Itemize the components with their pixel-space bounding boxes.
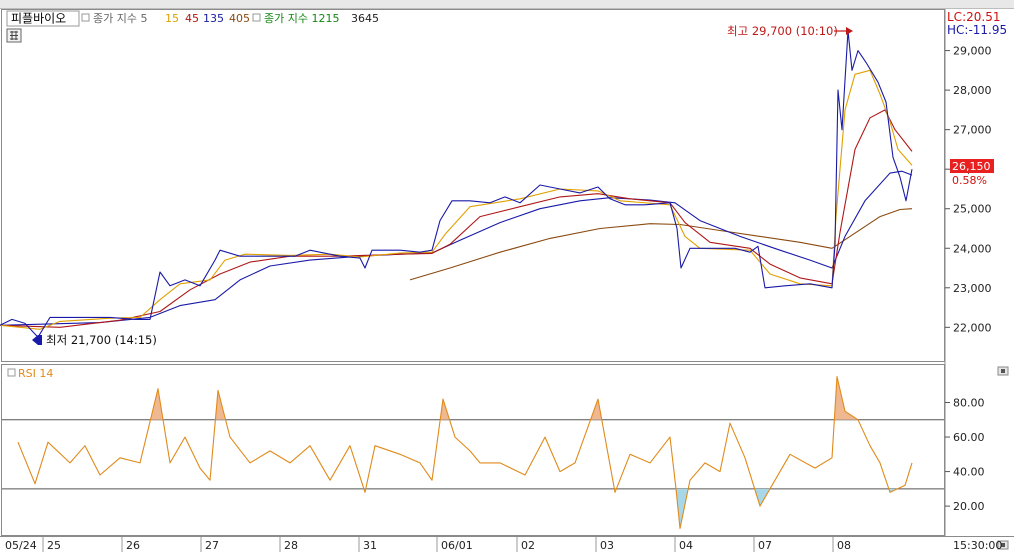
price-axis: 22,00023,00024,00025,00026,00027,00028,0…: [945, 45, 992, 334]
rsi-axis: 20.00 40.00 60.00 80.00: [945, 397, 985, 513]
price-tick-label: 28,000: [953, 84, 992, 97]
legend-sma2-period: 3645: [351, 12, 379, 25]
time-tick-label: 26: [126, 539, 140, 552]
time-tick-label: 28: [284, 539, 298, 552]
price-tick-label: 27,000: [953, 124, 992, 137]
time-tick-label: 04: [679, 539, 693, 552]
time-axis: 05/24 25 26 27 28 31 06/01 02 03 04 07 08: [5, 537, 851, 552]
time-tick-label: 03: [600, 539, 614, 552]
rsi-label: RSI 14: [18, 367, 53, 380]
hc-label: HC:-11.95: [947, 23, 1007, 37]
current-change: 0.58%: [952, 174, 987, 187]
legend-sma2-label: 종가 지수 1215: [264, 12, 339, 25]
legend-sma-45: 45: [185, 12, 199, 25]
grid-toggle-icon-glyph: [10, 31, 18, 40]
legend-sma-label: 종가 지수 5: [93, 12, 147, 25]
current-price: 26,150: [952, 160, 991, 173]
low-marker-stem: [38, 335, 42, 345]
time-tick-label: 31: [363, 539, 377, 552]
price-tick-label: 24,000: [953, 242, 992, 255]
price-tick-label: 23,000: [953, 282, 992, 295]
rsi-tick-label: 60.00: [953, 431, 985, 444]
time-tick-label: 05/24: [5, 539, 37, 552]
rsi-tick-label: 40.00: [953, 466, 985, 479]
legend-sma-405: 405: [229, 12, 250, 25]
time-tick-label: 06/01: [441, 539, 473, 552]
time-tick-label: 02: [521, 539, 535, 552]
menu-icon: [1001, 369, 1005, 373]
rsi-tick-label: 20.00: [953, 500, 985, 513]
legend-sma-15: 15: [165, 12, 179, 25]
high-marker-label: 최고 29,700 (10:10): [727, 24, 838, 38]
time-axis-end-label: 15:30:00: [953, 539, 1002, 552]
time-tick-label: 08: [837, 539, 851, 552]
low-marker-label: 최저 21,700 (14:15): [46, 333, 157, 347]
rsi-tick-label: 80.00: [953, 397, 985, 410]
time-tick-label: 25: [47, 539, 61, 552]
price-tick-label: 25,000: [953, 203, 992, 216]
lc-label: LC:20.51: [947, 10, 1000, 24]
price-tick-label: 22,000: [953, 321, 992, 334]
stock-chart: 피플바이오 종가 지수 5 15 45 135 405 종가 지수 1215 3…: [0, 9, 1014, 552]
price-plot-frame: [1, 9, 945, 362]
price-tick-label: 29,000: [953, 45, 992, 58]
time-tick-label: 27: [205, 539, 219, 552]
legend-sma-135: 135: [203, 12, 224, 25]
time-tick-label: 07: [758, 539, 772, 552]
stock-name: 피플바이오: [11, 12, 66, 26]
